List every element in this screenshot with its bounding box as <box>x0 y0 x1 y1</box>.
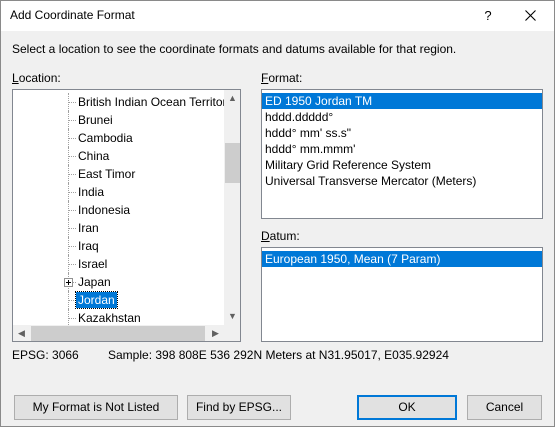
location-label: Location: <box>12 71 61 85</box>
location-tree-item-label: Israel <box>78 257 108 271</box>
scroll-right-arrow-icon[interactable]: ▶ <box>207 325 224 341</box>
location-tree-item-label: Japan <box>78 275 111 289</box>
format-list-item[interactable]: Universal Transverse Mercator (Meters) <box>262 173 542 189</box>
format-list-item[interactable]: hddd.ddddd° <box>262 109 542 125</box>
location-tree-item-label: Iraq <box>78 239 99 253</box>
location-tree-item-label: India <box>78 185 105 199</box>
close-icon <box>525 10 536 21</box>
format-list-item[interactable]: hddd° mm' ss.s" <box>262 125 542 141</box>
location-tree-item[interactable]: Indonesia <box>13 201 224 219</box>
format-list-item[interactable]: hddd° mm.mmm' <box>262 141 542 157</box>
location-horizontal-scrollbar[interactable]: ◀ ▶ <box>13 325 224 341</box>
tree-branch-line <box>69 300 76 301</box>
location-tree-item[interactable]: Brunei <box>13 111 224 129</box>
tree-branch-line <box>69 156 76 157</box>
tree-branch-line <box>69 102 76 103</box>
scrollbar-corner <box>224 325 240 341</box>
tree-branch-line <box>69 228 76 229</box>
location-tree-item[interactable]: Japan <box>13 273 224 291</box>
location-tree-item[interactable]: Kazakhstan <box>13 309 224 325</box>
datum-list-item[interactable]: European 1950, Mean (7 Param) <box>262 251 542 267</box>
tree-branch-line <box>69 264 76 265</box>
vertical-scroll-thumb[interactable] <box>225 143 240 183</box>
location-tree[interactable]: British Indian Ocean Territory Brunei Camb… <box>12 89 241 342</box>
location-tree-item[interactable]: Iraq <box>13 237 224 255</box>
sample-coordinate: Sample: 398 808E 536 292N Meters at N31.… <box>108 348 449 362</box>
location-tree-item-label: Brunei <box>78 113 113 127</box>
tree-branch-line <box>69 120 76 121</box>
help-button[interactable]: ? <box>468 1 508 31</box>
horizontal-scroll-thumb[interactable] <box>31 326 205 341</box>
location-tree-item[interactable]: East Timor <box>13 165 224 183</box>
cancel-button[interactable]: Cancel <box>467 395 542 420</box>
tree-branch-line <box>69 246 76 247</box>
location-tree-item-label: Indonesia <box>78 203 131 217</box>
format-list[interactable]: ED 1950 Jordan TM hddd.ddddd° hddd° mm' ss… <box>261 89 543 219</box>
location-tree-item-label: Cambodia <box>78 131 133 145</box>
ok-button[interactable]: OK <box>357 395 457 420</box>
tree-branch-line <box>69 210 76 211</box>
tree-connector-line <box>68 309 69 325</box>
scroll-left-arrow-icon[interactable]: ◀ <box>13 325 30 341</box>
format-list-item[interactable]: ED 1950 Jordan TM <box>262 93 542 109</box>
expand-plus-icon[interactable] <box>64 278 73 287</box>
location-tree-item[interactable]: British Indian Ocean Territory <box>13 93 224 111</box>
tree-branch-line <box>69 138 76 139</box>
tree-branch-line <box>69 174 76 175</box>
location-tree-item-label: Kazakhstan <box>78 311 141 325</box>
datum-label: Datum: <box>261 229 300 243</box>
datum-list[interactable]: European 1950, Mean (7 Param) <box>261 247 543 342</box>
location-tree-item[interactable]: Israel <box>13 255 224 273</box>
location-tree-item-label: East Timor <box>78 167 136 181</box>
format-list-item[interactable]: Military Grid Reference System <box>262 157 542 173</box>
scroll-down-arrow-icon[interactable]: ▼ <box>224 308 240 325</box>
location-vertical-scrollbar[interactable]: ▲ ▼ <box>224 90 240 325</box>
scroll-up-arrow-icon[interactable]: ▲ <box>224 90 240 107</box>
add-coordinate-format-dialog: Add Coordinate Format ? Select a locatio… <box>0 0 555 427</box>
epsg-code: EPSG: 3066 <box>12 348 79 362</box>
location-tree-item[interactable]: Jordan <box>13 291 224 309</box>
location-tree-item-label: China <box>78 149 110 163</box>
location-tree-item-label: Jordan <box>75 291 118 309</box>
title-bar: Add Coordinate Format ? <box>1 1 554 31</box>
find-by-epsg-button[interactable]: Find by EPSG... <box>187 395 291 420</box>
location-tree-item-label: British Indian Ocean Territory <box>78 95 224 109</box>
close-button[interactable] <box>508 1 554 31</box>
format-label: Format: <box>261 71 303 85</box>
location-tree-rows: British Indian Ocean Territory Brunei Camb… <box>13 90 224 325</box>
location-tree-item[interactable]: Cambodia <box>13 129 224 147</box>
location-tree-item[interactable]: India <box>13 183 224 201</box>
location-tree-item[interactable]: Iran <box>13 219 224 237</box>
instruction-text: Select a location to see the coordinate … <box>12 42 457 56</box>
location-tree-item[interactable]: China <box>13 147 224 165</box>
window-title: Add Coordinate Format <box>10 8 135 22</box>
tree-branch-line <box>69 192 76 193</box>
tree-branch-line <box>69 318 76 319</box>
location-tree-item-label: Iran <box>78 221 99 235</box>
my-format-not-listed-button[interactable]: My Format is Not Listed <box>14 395 178 420</box>
